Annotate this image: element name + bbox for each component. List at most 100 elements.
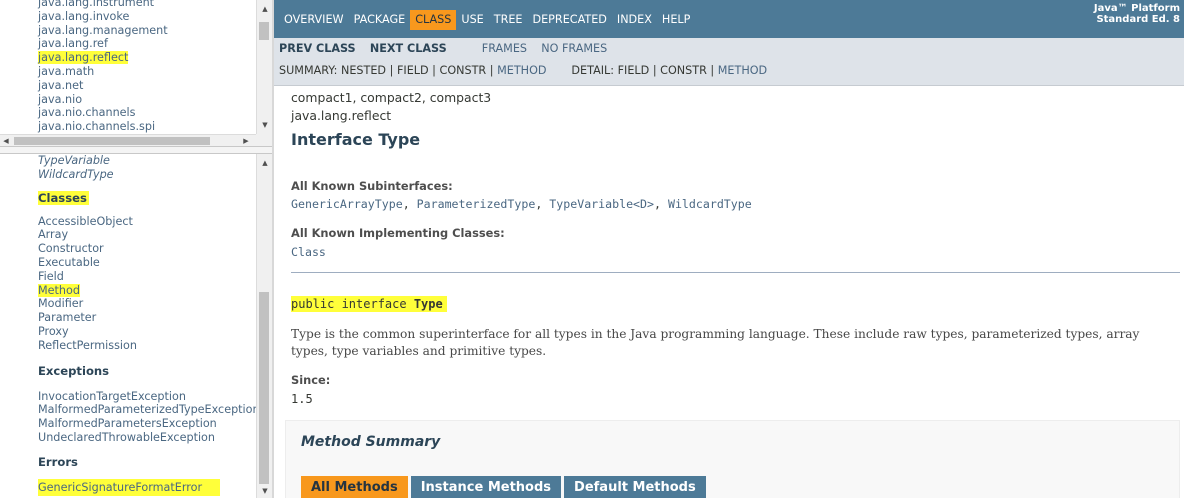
package-link[interactable]: java.lang.instrument <box>38 0 254 10</box>
class-link[interactable]: AccessibleObject <box>38 215 256 229</box>
next-class-link[interactable]: NEXT CLASS <box>370 42 447 55</box>
about-language: Java™ Platform Standard Ed. 8 <box>1094 3 1180 25</box>
scroll-up-arrow-icon[interactable]: ▲ <box>257 2 272 16</box>
package-link[interactable]: java.nio.channels <box>38 106 254 120</box>
method-tab-instance-methods[interactable]: Instance Methods <box>410 476 562 498</box>
class-frame: OVERVIEW PACKAGE CLASS USE TREE DEPRECATED IND… <box>274 0 1200 498</box>
interface-link[interactable]: TypeVariable <box>38 154 256 168</box>
class-list: TypeVariable WildcardType Classes Accessi… <box>38 154 260 496</box>
page-scroll-area <box>1184 0 1200 498</box>
scrollbar-corner <box>256 134 272 146</box>
summary-field: FIELD <box>396 64 429 77</box>
package-list: java.lang.instrument java.lang.invoke java… <box>38 0 254 134</box>
top-nav-list: OVERVIEW PACKAGE CLASS USE TREE DEPRECATED IND… <box>279 10 695 30</box>
nav-class[interactable]: CLASS <box>410 10 457 30</box>
detail-constr: CONSTR <box>660 64 707 77</box>
scroll-left-arrow-icon[interactable]: ◀ <box>0 135 12 146</box>
detail-method-link[interactable]: METHOD <box>718 64 767 77</box>
method-tab-all-methods[interactable]: All Methods <box>301 476 408 498</box>
package-link[interactable]: java.nio <box>38 93 254 107</box>
package-list-frame: java.lang.instrument java.lang.invoke java… <box>0 0 272 146</box>
subinterface-link[interactable]: WildcardType <box>668 197 752 211</box>
method-tabs: All Methods Instance Methods Default Metho… <box>301 476 706 498</box>
class-link[interactable]: Field <box>38 270 256 284</box>
class-link[interactable]: Parameter <box>38 311 256 325</box>
detail-field: FIELD <box>617 64 650 77</box>
nav-help[interactable]: HELP <box>657 10 695 30</box>
interfaces-tail: TypeVariable WildcardType <box>38 154 256 182</box>
errors-heading: Errors <box>38 454 78 469</box>
exceptions-list: InvocationTargetException MalformedParame… <box>38 390 260 445</box>
scroll-right-arrow-icon[interactable]: ▶ <box>240 135 252 146</box>
summary-label: SUMMARY: <box>279 64 338 77</box>
sub-navbar: PREV CLASS NEXT CLASS FRAMES NO FRAMES S… <box>274 38 1200 86</box>
error-link[interactable]: GenericSignatureFormatError <box>38 478 256 496</box>
exceptions-heading: Exceptions <box>38 363 110 378</box>
nav-package[interactable]: PACKAGE <box>349 10 411 30</box>
signature-name: Type <box>413 297 443 311</box>
sub-nav-row-1: PREV CLASS NEXT CLASS FRAMES NO FRAMES <box>279 42 607 56</box>
classes-list: AccessibleObject Array Constructor Executab… <box>38 215 256 353</box>
class-link[interactable]: Method <box>38 283 256 298</box>
scroll-down-arrow-icon[interactable]: ▼ <box>257 484 272 498</box>
page-title: Interface Type <box>291 130 421 149</box>
class-link[interactable]: Executable <box>38 256 256 270</box>
exception-link[interactable]: UndeclaredThrowableException <box>38 431 256 445</box>
summary-nested: NESTED <box>340 64 387 77</box>
errors-heading-wrap: Errors <box>38 454 256 470</box>
top-navbar: OVERVIEW PACKAGE CLASS USE TREE DEPRECATED IND… <box>274 0 1200 38</box>
scroll-down-arrow-icon[interactable]: ▼ <box>257 118 272 132</box>
subinterface-link[interactable]: TypeVariable<D> <box>549 197 654 211</box>
package-link[interactable]: java.lang.invoke <box>38 10 254 24</box>
sub-nav-row-2: SUMMARY: NESTED | FIELD | CONSTR | METHO… <box>279 64 768 77</box>
no-frames-link[interactable]: NO FRAMES <box>541 42 607 55</box>
method-tab-default-methods[interactable]: Default Methods <box>564 476 706 498</box>
interface-link[interactable]: WildcardType <box>38 168 256 182</box>
package-link[interactable]: java.nio.channels.spi <box>38 120 254 134</box>
nav-use[interactable]: USE <box>456 10 488 30</box>
frames-link[interactable]: FRAMES <box>482 42 527 55</box>
exception-link[interactable]: InvocationTargetException <box>38 390 256 404</box>
detail-label: DETAIL: <box>571 64 615 77</box>
package-link[interactable]: java.lang.ref <box>38 37 254 51</box>
exception-link[interactable]: MalformedParametersException <box>38 417 256 431</box>
package-frame-vertical-scrollbar[interactable]: ▲ ▼ <box>256 0 272 134</box>
implementing-classes-label: All Known Implementing Classes: <box>291 226 505 240</box>
profiles-list: compact1, compact2, compact3 <box>291 90 492 105</box>
summary-method-link[interactable]: METHOD <box>497 64 546 77</box>
class-link[interactable]: Proxy <box>38 325 256 339</box>
package-link[interactable]: java.lang.management <box>38 24 254 38</box>
class-link[interactable]: Modifier <box>38 297 256 311</box>
nav-deprecated[interactable]: DEPRECATED <box>528 10 612 30</box>
subinterfaces-list: GenericArrayType, ParameterizedType, Typ… <box>291 197 752 211</box>
frame-divider[interactable] <box>0 146 272 154</box>
since-value: 1.5 <box>291 392 313 406</box>
class-link[interactable]: ReflectPermission <box>38 339 256 353</box>
class-link[interactable]: Class <box>291 245 326 259</box>
errors-list: GenericSignatureFormatError <box>38 478 256 496</box>
subinterface-link[interactable]: ParameterizedType <box>417 197 536 211</box>
nav-overview[interactable]: OVERVIEW <box>279 10 349 30</box>
summary-constr: CONSTR <box>439 64 487 77</box>
scrollbar-thumb[interactable] <box>259 22 269 40</box>
package-link[interactable]: java.net <box>38 79 254 93</box>
implementing-class-link: Class <box>291 245 326 259</box>
class-link[interactable]: Array <box>38 228 256 242</box>
prev-class-link[interactable]: PREV CLASS <box>279 42 356 55</box>
classes-heading: Classes <box>38 190 89 205</box>
class-frame-vertical-scrollbar[interactable]: ▲ ▼ <box>256 154 272 498</box>
package-frame-horizontal-scrollbar[interactable]: ◀ ▶ <box>0 134 256 146</box>
class-link[interactable]: Constructor <box>38 242 256 256</box>
nav-index[interactable]: INDEX <box>612 10 657 30</box>
subinterface-link[interactable]: GenericArrayType <box>291 197 403 211</box>
package-link[interactable]: java.lang.reflect <box>38 51 254 65</box>
scrollbar-thumb[interactable] <box>259 292 269 484</box>
scroll-up-arrow-icon[interactable]: ▲ <box>257 156 272 170</box>
signature-prefix: public interface <box>291 297 414 311</box>
package-link[interactable]: java.math <box>38 65 254 79</box>
exception-link[interactable]: MalformedParameterizedTypeException <box>38 403 260 417</box>
scrollbar-thumb[interactable] <box>14 137 210 145</box>
about-line-2: Standard Ed. 8 <box>1096 14 1180 25</box>
nav-tree[interactable]: TREE <box>489 10 528 30</box>
exceptions-heading-wrap: Exceptions <box>38 362 256 378</box>
